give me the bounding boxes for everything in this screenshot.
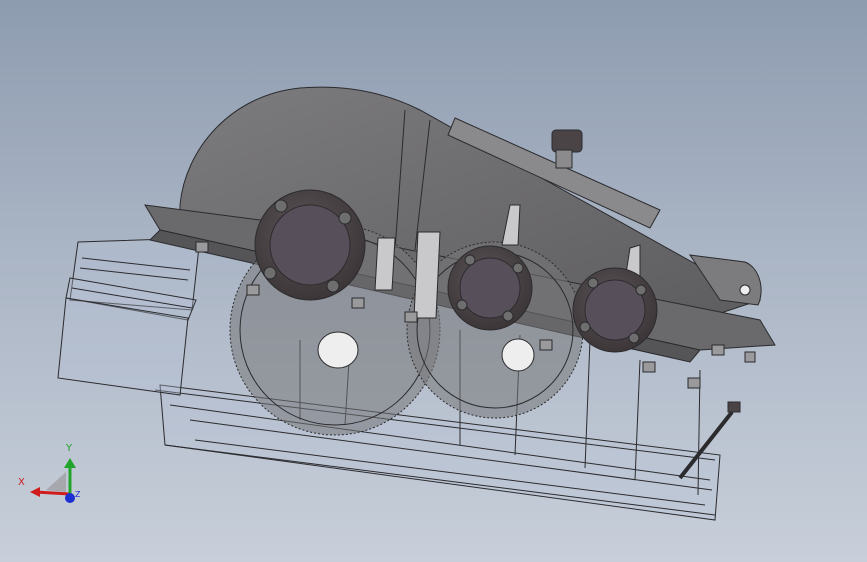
triad-y-arrow [64,458,76,468]
graphics-viewport[interactable]: X Y Z [0,0,867,562]
triad-y-label: Y [66,443,73,454]
triad-z-axis [65,493,75,503]
triad-z-label: Z [75,490,81,499]
triad-x-axis [34,490,71,496]
triad-plane [46,472,66,492]
triad-x-arrow [30,487,40,497]
triad-x-label: X [18,477,25,488]
